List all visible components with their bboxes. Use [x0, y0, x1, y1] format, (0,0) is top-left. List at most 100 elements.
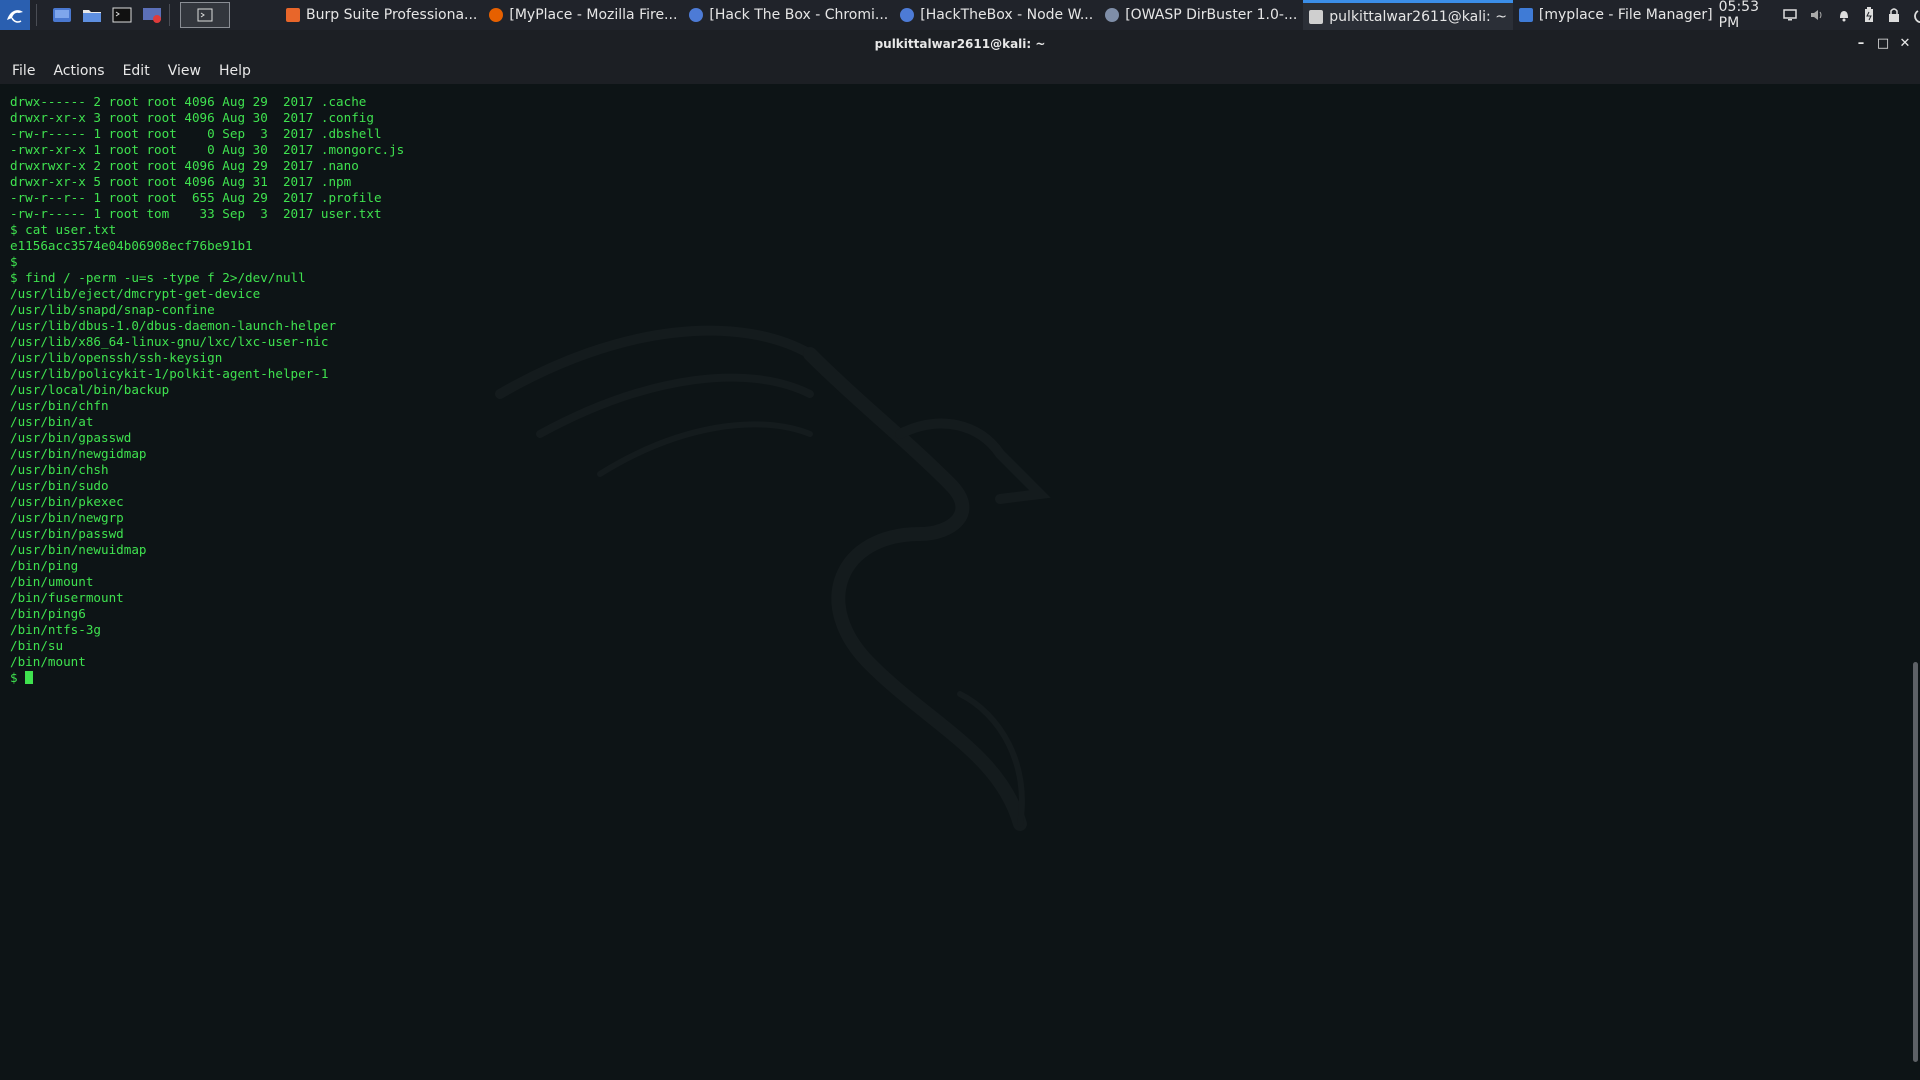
menu-view[interactable]: View [162, 63, 207, 79]
taskbar-item-label: [OWASP DirBuster 1.0-... [1125, 7, 1298, 23]
taskbar-item-label: [Hack The Box - Chromi... [709, 7, 889, 23]
terminal-icon [1309, 9, 1324, 24]
terminal-line: $ find / -perm -u=s -type f 2>/dev/null [10, 270, 306, 285]
terminal-line: /usr/bin/newgrp [10, 510, 124, 525]
kali-menu-button[interactable] [0, 0, 30, 30]
terminal-line: /usr/bin/chfn [10, 398, 109, 413]
display-icon[interactable] [1782, 7, 1797, 23]
file-manager-launcher[interactable] [81, 5, 103, 25]
folder-icon [1518, 8, 1533, 22]
terminal-line: /usr/local/bin/backup [10, 382, 170, 397]
terminal-scrollbar[interactable] [1910, 84, 1920, 1080]
chromium-icon [689, 8, 704, 22]
chromium-icon [900, 8, 915, 22]
menu-edit[interactable]: Edit [117, 63, 156, 79]
terminal-line: -rw-r--r-- 1 root root 655 Aug 29 2017 .… [10, 190, 382, 205]
terminal-line: /usr/bin/newuidmap [10, 542, 147, 557]
taskbar-item-label: pulkittalwar2611@kali: ~ [1329, 8, 1507, 25]
terminal-icon [112, 7, 132, 23]
terminal-line: /bin/su [10, 638, 64, 653]
terminal-line: drwx------ 2 root root 4096 Aug 29 2017 … [10, 94, 367, 109]
terminal-line: -rwxr-xr-x 1 root root 0 Aug 30 2017 .mo… [10, 142, 405, 157]
firefox-icon [489, 8, 504, 22]
terminal-text: drwx------ 2 root root 4096 Aug 29 2017 … [10, 94, 404, 686]
terminal-line: /usr/lib/snapd/snap-confine [10, 302, 215, 317]
terminal-line: /bin/mount [10, 654, 86, 669]
show-desktop-button[interactable] [51, 5, 73, 25]
terminal-line: /usr/bin/gpasswd [10, 430, 132, 445]
kali-logo-icon [7, 10, 23, 23]
terminal-line: /usr/bin/pkexec [10, 494, 124, 509]
power-icon[interactable] [1913, 7, 1920, 23]
terminal-line: -rw-r----- 1 root root 0 Sep 3 2017 .dbs… [10, 126, 382, 141]
terminal-line: /usr/lib/dbus-1.0/dbus-daemon-launch-hel… [10, 318, 337, 333]
desktop-icon [53, 8, 71, 22]
window-controls: – □ ✕ [1848, 34, 1914, 52]
clock[interactable]: 05:53 PM [1719, 0, 1769, 31]
taskbar-item-label: [HackTheBox - Node W... [920, 7, 1094, 23]
terminal-line: drwxrwxr-x 2 root root 4096 Aug 29 2017 … [10, 158, 359, 173]
terminal-line: /usr/lib/openssh/ssh-keysign [10, 350, 223, 365]
screen-record-icon [143, 8, 161, 23]
terminal-line: -rw-r----- 1 root tom 33 Sep 3 2017 user… [10, 206, 382, 221]
window-title: pulkittalwar2611@kali: ~ [874, 37, 1046, 51]
java-icon [1105, 8, 1120, 22]
battery-icon[interactable] [1863, 7, 1875, 23]
launcher-bar [0, 0, 230, 30]
terminal-line: drwxr-xr-x 3 root root 4096 Aug 30 2017 … [10, 110, 374, 125]
close-button[interactable]: ✕ [1896, 34, 1914, 52]
taskbar-item-label: Burp Suite Professiona... [306, 7, 478, 23]
scrollbar-thumb[interactable] [1913, 662, 1918, 1062]
terminal-line: /usr/bin/chsh [10, 462, 109, 477]
panel-separator [169, 4, 170, 26]
burp-icon [286, 8, 300, 22]
terminal-line: $ cat user.txt [10, 222, 117, 237]
workspace-switcher[interactable] [180, 2, 230, 28]
terminal-line: /usr/bin/passwd [10, 526, 124, 541]
terminal-prompt-line[interactable]: $ [10, 670, 404, 686]
terminal-line: drwxr-xr-x 5 root root 4096 Aug 31 2017 … [10, 174, 352, 189]
taskbar-item[interactable]: [Hack The Box - Chromi... [683, 0, 894, 30]
workspace-icon [197, 8, 213, 22]
terminal-line: $ [10, 254, 18, 269]
taskbar-item[interactable]: pulkittalwar2611@kali: ~ [1303, 0, 1513, 30]
menu-actions[interactable]: Actions [47, 63, 110, 79]
taskbar-item[interactable]: [HackTheBox - Node W... [894, 0, 1099, 30]
taskbar-item-label: [MyPlace - Mozilla Fire... [509, 7, 678, 23]
panel-separator [36, 4, 37, 26]
taskbar: Burp Suite Professiona... [MyPlace - Mozi… [280, 0, 1719, 30]
text-cursor [25, 671, 34, 684]
menu-file[interactable]: File [6, 63, 41, 79]
bell-icon[interactable] [1837, 7, 1851, 23]
terminal-line: e1156acc3574e04b06908ecf76be91b1 [10, 238, 253, 253]
folder-icon [83, 10, 101, 22]
lock-icon[interactable] [1887, 7, 1901, 23]
terminal-line: /usr/lib/policykit-1/polkit-agent-helper… [10, 366, 329, 381]
terminal-line: /bin/ntfs-3g [10, 622, 101, 637]
taskbar-item[interactable]: Burp Suite Professiona... [280, 0, 483, 30]
volume-icon[interactable] [1809, 7, 1825, 23]
terminal-line: /usr/lib/eject/dmcrypt-get-device [10, 286, 261, 301]
minimize-button[interactable]: – [1852, 34, 1870, 52]
taskbar-item[interactable]: [MyPlace - Mozilla Fire... [483, 0, 683, 30]
terminal-line: /usr/bin/sudo [10, 478, 109, 493]
maximize-button[interactable]: □ [1874, 34, 1892, 52]
taskbar-item[interactable]: [myplace - File Manager] [1513, 0, 1719, 30]
menu-help[interactable]: Help [213, 63, 257, 79]
terminal-line: /bin/ping6 [10, 606, 86, 621]
screenshot-launcher[interactable] [141, 5, 163, 25]
terminal-line: /usr/lib/x86_64-linux-gnu/lxc/lxc-user-n… [10, 334, 329, 349]
terminal-prompt: $ [10, 670, 26, 685]
terminal-launcher[interactable] [111, 5, 133, 25]
menu-bar: File Actions Edit View Help [0, 58, 1920, 84]
window-titlebar[interactable]: pulkittalwar2611@kali: ~ – □ ✕ [0, 30, 1920, 58]
system-tray: 05:53 PM [1719, 0, 1920, 31]
taskbar-item-label: [myplace - File Manager] [1538, 7, 1713, 23]
top-panel: Burp Suite Professiona... [MyPlace - Mozi… [0, 0, 1920, 31]
terminal-line: /bin/umount [10, 574, 94, 589]
terminal-line: /bin/fusermount [10, 590, 124, 605]
terminal-line: /usr/bin/at [10, 414, 94, 429]
taskbar-item[interactable]: [OWASP DirBuster 1.0-... [1099, 0, 1303, 30]
terminal-output-area[interactable]: drwx------ 2 root root 4096 Aug 29 2017 … [0, 84, 1910, 1080]
terminal-line: /bin/ping [10, 558, 79, 573]
